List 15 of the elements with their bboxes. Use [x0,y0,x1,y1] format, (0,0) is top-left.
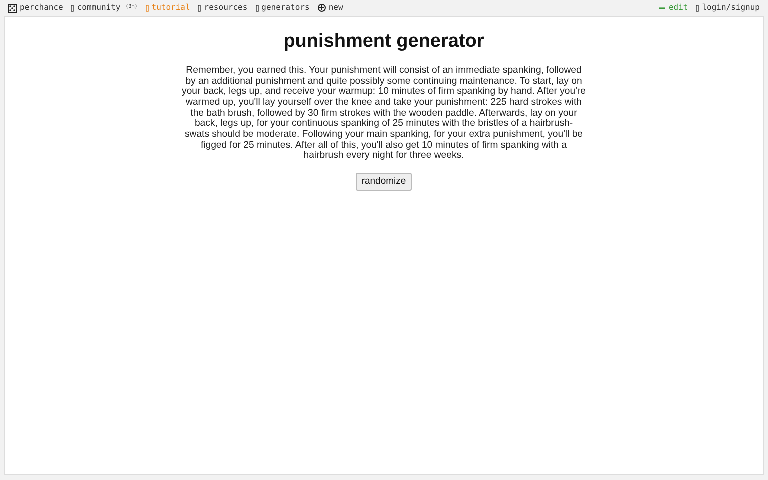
add-icon [318,4,326,12]
glyph-icon [198,4,202,12]
randomize-button[interactable]: randomize [356,173,412,192]
glyph-icon [696,4,700,12]
glyph-icon [256,4,259,12]
generator-output: Remember, you earned this. Your punishment will consist of an immediate spanking, followed by an additional punishment and quite possibly some continuing maintenance. To start, lay on your back, legs up, and receive your warmup: 10 minutes of firm spanking by hand. After you're warmed up, you'll lay yourself over the knee and take your punishment: 225 hard strokes with the bath brush, followed by 30 firm strokes with the wooden paddle. Afterwards, lay on your back, legs up, for your continuous spanking of 25 minutes with the bristles of a hairbrush- swats should be moderate. Following your main spanking, for your extra punishment, you'll be figged for 25 minutes. After all of this, you'll also get 10 minutes of firm spanking with a hairbrush every night for three weeks. [182,66,586,162]
nav-link[interactable]: generators [256,2,310,14]
glyph-icon [71,4,74,12]
glyph-icon [146,4,149,12]
nav-link[interactable]: perchance [8,2,64,14]
dice-icon [8,4,17,12]
page-title: punishment generator [284,31,484,54]
nav-link[interactable]: resources [198,2,248,14]
nav-link[interactable]: login/signup [696,2,760,14]
nav-link[interactable]: new [318,2,344,14]
